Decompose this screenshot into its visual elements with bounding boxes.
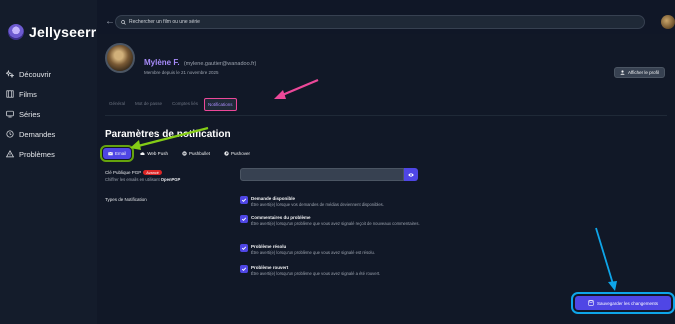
agent-tab-label: Pushover xyxy=(230,151,250,156)
sidebar-item-discover[interactable]: Découvrir xyxy=(6,64,94,84)
notif-desc: Être averti(e) lorsqu'un problème que vo… xyxy=(251,250,375,255)
tab-password[interactable]: Mot de passe xyxy=(131,98,166,111)
checkbox-issue-comments[interactable] xyxy=(240,215,248,223)
pushover-icon xyxy=(224,151,229,156)
clock-icon xyxy=(6,130,14,138)
sparkles-icon xyxy=(6,70,14,78)
sidebar: Jellyseerr Découvrir Films Séries Demand… xyxy=(0,0,97,324)
settings-tabs: Général Mot de passe Comptes liés Notifi… xyxy=(105,98,239,111)
user-avatar[interactable] xyxy=(661,15,675,29)
topbar: ← Rechercher un film ou une série xyxy=(97,12,675,34)
openpgp-link[interactable]: OpenPGP xyxy=(161,177,181,182)
agent-tab-pushover[interactable]: Pushover xyxy=(219,148,255,159)
sidebar-item-films[interactable]: Films xyxy=(6,84,94,104)
check-icon xyxy=(241,217,247,221)
notif-title: Demande disponible xyxy=(251,196,296,201)
advanced-badge: Avancé xyxy=(143,170,162,176)
pgp-label-text: Clé Publique PGP xyxy=(105,170,142,175)
profile-email: (mylene.gautier@wanadoo.fr) xyxy=(183,61,257,67)
agent-tab-email[interactable]: Email xyxy=(99,145,135,162)
pgp-label: Clé Publique PGP Avancé xyxy=(105,170,162,176)
tabs-divider xyxy=(105,115,667,116)
view-profile-button[interactable]: Afficher le profil xyxy=(614,67,665,78)
check-icon xyxy=(241,198,247,202)
member-since: Membre depuis le 21 novembre 2025 xyxy=(144,70,219,75)
toggle-visibility-button[interactable] xyxy=(404,168,418,181)
notification-agent-tabs: Email Web Push Pushbullet Pushover xyxy=(99,145,255,162)
cloud-icon xyxy=(140,152,145,155)
notif-desc: Être averti(e) lorsque vos demandes de m… xyxy=(251,202,384,207)
eye-icon xyxy=(408,172,414,177)
save-icon xyxy=(588,300,594,306)
section-title: Paramètres de notification xyxy=(105,129,231,140)
notification-types-label: Types de Notification xyxy=(105,197,147,202)
check-icon xyxy=(241,267,247,271)
search-input[interactable]: Rechercher un film ou une série xyxy=(115,15,645,29)
user-icon xyxy=(620,70,625,75)
notif-title: Problème rouvert xyxy=(251,265,289,270)
mail-icon xyxy=(108,151,113,156)
agent-tab-label: Email xyxy=(115,151,127,156)
sidebar-item-label: Séries xyxy=(19,109,41,119)
sidebar-nav: Découvrir Films Séries Demandes Problème… xyxy=(6,64,94,164)
app-window: Jellyseerr Découvrir Films Séries Demand… xyxy=(0,0,675,324)
check-icon xyxy=(241,246,247,250)
search-placeholder: Rechercher un film ou une série xyxy=(129,19,200,25)
tab-general[interactable]: Général xyxy=(105,98,129,111)
main-panel: Mylène F. (mylene.gautier@wanadoo.fr) Me… xyxy=(97,34,675,324)
warning-icon xyxy=(6,150,14,158)
agent-tab-label: Web Push xyxy=(147,151,168,156)
tab-linked-accounts[interactable]: Comptes liés xyxy=(168,98,202,111)
jellyseerr-logo-icon xyxy=(8,24,24,40)
checkbox-media-available[interactable] xyxy=(240,196,248,204)
notif-title: Problème résolu xyxy=(251,244,287,249)
search-icon xyxy=(121,19,126,25)
view-profile-label: Afficher le profil xyxy=(628,70,659,75)
film-icon xyxy=(6,90,14,98)
sidebar-item-series[interactable]: Séries xyxy=(6,104,94,124)
notif-title: Commentaires du problème xyxy=(251,215,311,220)
pushbullet-icon xyxy=(182,151,187,156)
app-name: Jellyseerr xyxy=(29,24,97,40)
profile-name: Mylène F. xyxy=(144,58,180,67)
sidebar-item-issues[interactable]: Problèmes xyxy=(6,144,94,164)
pgp-hint: Chiffrer les emails en utilisant OpenPGP xyxy=(105,177,180,182)
profile-header: Mylène F. (mylene.gautier@wanadoo.fr) xyxy=(144,58,256,67)
tab-notifications[interactable]: Notifications xyxy=(204,98,237,111)
pgp-key-input[interactable] xyxy=(240,168,404,181)
notif-desc: Être averti(e) lorsqu'un problème que vo… xyxy=(251,221,420,226)
profile-avatar xyxy=(105,43,135,73)
agent-tab-webpush[interactable]: Web Push xyxy=(135,148,173,159)
sidebar-item-requests[interactable]: Demandes xyxy=(6,124,94,144)
back-arrow-icon[interactable]: ← xyxy=(105,16,115,27)
logo[interactable]: Jellyseerr xyxy=(8,24,96,40)
sidebar-item-label: Découvrir xyxy=(19,69,52,79)
checkbox-issue-resolved[interactable] xyxy=(240,244,248,252)
sidebar-item-label: Films xyxy=(19,89,37,99)
sidebar-item-label: Demandes xyxy=(19,129,56,139)
notif-desc: Être averti(e) lorsqu'un problème que vo… xyxy=(251,271,381,276)
save-changes-button[interactable]: Sauvegarder les changements xyxy=(571,292,675,314)
tv-icon xyxy=(6,110,14,118)
checkbox-issue-reopened[interactable] xyxy=(240,265,248,273)
sidebar-item-label: Problèmes xyxy=(19,149,55,159)
save-changes-label: Sauvegarder les changements xyxy=(596,300,659,306)
agent-tab-label: Pushbullet xyxy=(188,151,210,156)
agent-tab-pushbullet[interactable]: Pushbullet xyxy=(177,148,215,159)
pgp-hint-text: Chiffrer les emails en utilisant xyxy=(105,177,160,182)
